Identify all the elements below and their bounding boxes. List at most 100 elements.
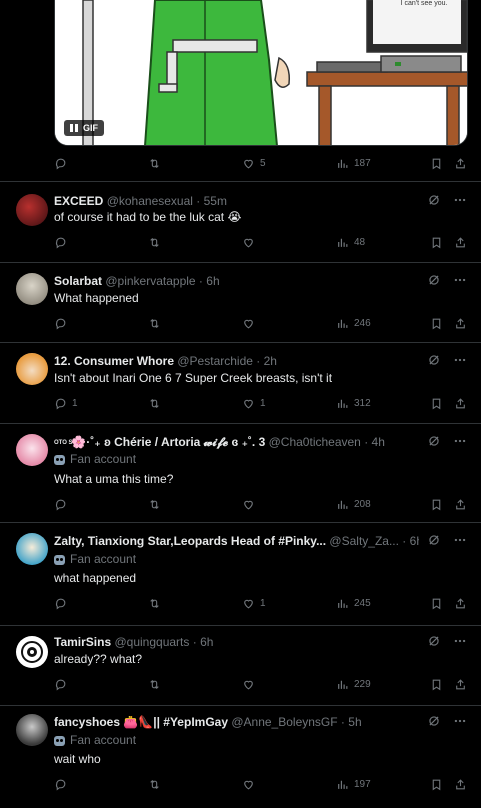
avatar[interactable] (16, 194, 48, 226)
reply-tweet[interactable]: 12. Consumer Whore @Pestarchide · 2h Isn… (0, 343, 481, 423)
views-button[interactable]: 312 (336, 397, 371, 410)
views-button[interactable]: 197 (336, 778, 371, 791)
display-name[interactable]: TamirSins (54, 635, 111, 649)
reply-tweet[interactable]: TamirSins @quingquarts · 6h already?? wh… (0, 626, 481, 706)
user-handle[interactable]: @Cha0ticheaven (269, 435, 361, 449)
avatar[interactable] (16, 714, 48, 746)
bookmark-button[interactable] (430, 157, 443, 170)
user-handle[interactable]: @pinkervatapple (105, 274, 195, 288)
bookmark-button[interactable] (430, 397, 443, 410)
user-handle[interactable]: @Pestarchide (177, 354, 253, 368)
like-button[interactable] (242, 236, 260, 249)
reply-button[interactable] (54, 236, 72, 249)
more-icon[interactable] (453, 533, 467, 547)
grok-icon[interactable] (427, 634, 441, 648)
grok-icon[interactable] (427, 533, 441, 547)
reply-button[interactable] (54, 317, 72, 330)
repost-button[interactable] (148, 317, 166, 330)
timestamp[interactable]: 6h (200, 635, 213, 649)
like-button[interactable]: 1 (242, 597, 266, 610)
share-button[interactable] (454, 678, 467, 691)
like-button[interactable]: 1 (242, 397, 266, 410)
bookmark-button[interactable] (430, 498, 443, 511)
share-button[interactable] (454, 317, 467, 330)
views-button[interactable]: 208 (336, 498, 371, 511)
reply-button[interactable]: 1 (54, 397, 78, 410)
avatar[interactable] (16, 273, 48, 305)
reply-tweet[interactable]: Zalty, Tianxiong Star,Leopards Head of #… (0, 523, 481, 626)
timestamp[interactable]: 5h (348, 715, 361, 729)
reply-tweet[interactable]: OTO SOC 🌸·˚₊ ʚ Chérie / Artoria 𝔀𝓲𝓯𝓮 ɞ ₊… (0, 424, 481, 522)
timestamp[interactable]: 6h (410, 534, 419, 548)
more-icon[interactable] (453, 714, 467, 728)
views-button[interactable]: 187 (336, 157, 371, 170)
share-button[interactable] (454, 778, 467, 791)
repost-button[interactable] (148, 498, 166, 511)
bookmark-button[interactable] (430, 597, 443, 610)
reply-tweet[interactable]: EXCEED @kohanesexual · 55m of course it … (0, 182, 481, 262)
user-handle[interactable]: @Salty_Za... (329, 534, 399, 548)
grok-icon[interactable] (427, 273, 441, 287)
like-button[interactable]: 5 (242, 157, 266, 170)
views-button[interactable]: 229 (336, 678, 371, 691)
reply-button[interactable] (54, 678, 72, 691)
grok-icon[interactable] (427, 714, 441, 728)
more-icon[interactable] (453, 273, 467, 287)
bookmark-button[interactable] (430, 778, 443, 791)
reply-button[interactable] (54, 157, 72, 170)
avatar[interactable] (16, 434, 48, 466)
timestamp[interactable]: 6h (206, 274, 219, 288)
timestamp[interactable]: 55m (204, 194, 227, 208)
reply-button[interactable] (54, 498, 72, 511)
display-name[interactable]: 🌸·˚₊ ʚ Chérie / Artoria 𝔀𝓲𝓯𝓮 ɞ ₊˚. 3 (71, 435, 265, 449)
reply-tweet[interactable]: Solarbat @pinkervatapple · 6h What happe… (0, 263, 481, 343)
repost-button[interactable] (148, 157, 166, 170)
timestamp[interactable]: 2h (264, 354, 277, 368)
avatar[interactable] (16, 636, 48, 668)
user-handle[interactable]: @Anne_BoleynsGF (231, 715, 337, 729)
share-button[interactable] (454, 157, 467, 170)
display-name[interactable]: Solarbat (54, 274, 102, 288)
display-name[interactable]: fancyshoes 👛👠|| #YepImGay (54, 715, 228, 729)
reply-tweet[interactable]: fancyshoes 👛👠|| #YepImGay @Anne_BoleynsG… (0, 706, 481, 808)
bookmark-button[interactable] (430, 678, 443, 691)
repost-button[interactable] (148, 597, 166, 610)
like-button[interactable] (242, 317, 260, 330)
display-name[interactable]: EXCEED (54, 194, 103, 208)
share-button[interactable] (454, 397, 467, 410)
bookmark-button[interactable] (430, 236, 443, 249)
display-name[interactable]: Zalty, Tianxiong Star,Leopards Head of #… (54, 534, 326, 548)
more-icon[interactable] (453, 353, 467, 367)
repost-button[interactable] (148, 397, 166, 410)
views-button[interactable]: 48 (336, 236, 365, 249)
display-name[interactable]: 12. Consumer Whore (54, 354, 174, 368)
repost-button[interactable] (148, 236, 166, 249)
reply-button[interactable] (54, 778, 72, 791)
like-button[interactable] (242, 778, 260, 791)
more-icon[interactable] (453, 193, 467, 207)
like-button[interactable] (242, 678, 260, 691)
user-handle[interactable]: @quingquarts (114, 635, 189, 649)
share-button[interactable] (454, 597, 467, 610)
share-button[interactable] (454, 236, 467, 249)
like-button[interactable] (242, 498, 260, 511)
tweet-corner-icons (427, 193, 467, 207)
views-button[interactable]: 246 (336, 317, 371, 330)
grok-icon[interactable] (427, 353, 441, 367)
repost-button[interactable] (148, 678, 166, 691)
repost-button[interactable] (148, 778, 166, 791)
views-button[interactable]: 245 (336, 597, 371, 610)
grok-icon[interactable] (427, 193, 441, 207)
user-handle[interactable]: @kohanesexual (107, 194, 193, 208)
reply-button[interactable] (54, 597, 72, 610)
share-button[interactable] (454, 498, 467, 511)
avatar[interactable] (16, 353, 48, 385)
more-icon[interactable] (453, 634, 467, 648)
gif-media[interactable]: I can't see you. (54, 0, 468, 146)
bookmark-button[interactable] (430, 317, 443, 330)
more-icon[interactable] (453, 434, 467, 448)
timestamp[interactable]: 4h (372, 435, 385, 449)
grok-icon[interactable] (427, 434, 441, 448)
avatar[interactable] (16, 533, 48, 565)
gif-badge[interactable]: GIF (64, 120, 104, 136)
